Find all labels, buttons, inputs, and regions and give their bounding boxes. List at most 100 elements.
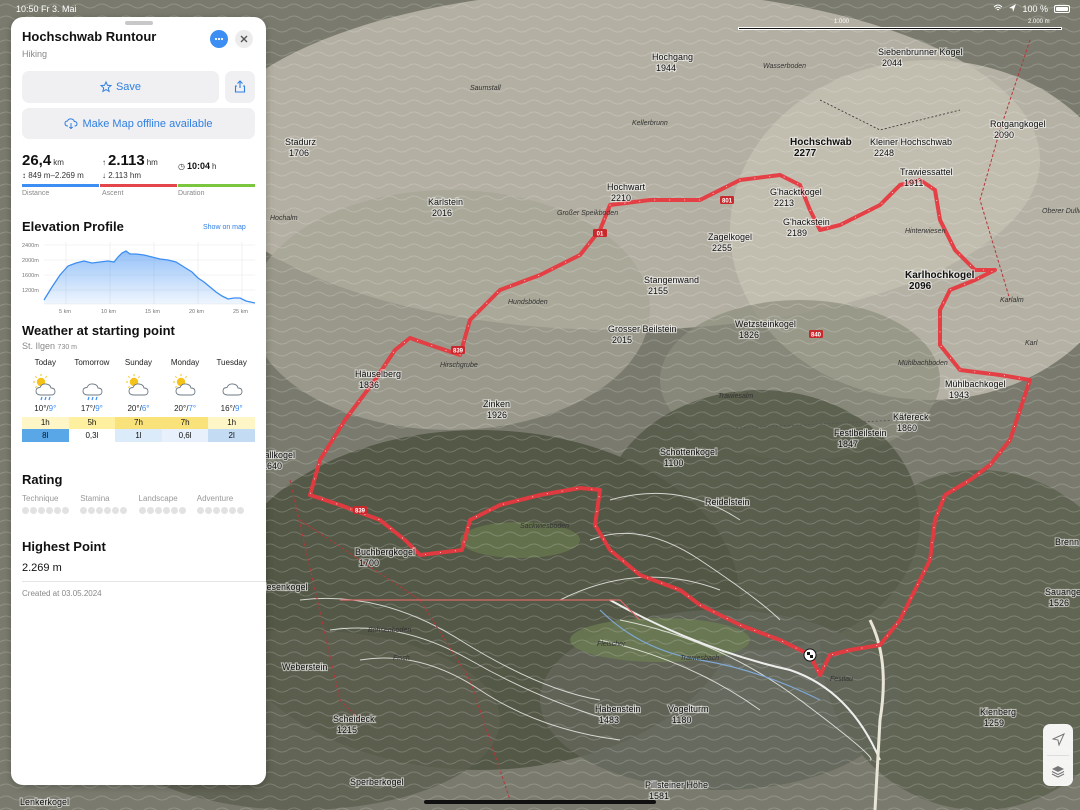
peak-label[interactable]: Karlhochkogel — [904, 269, 976, 282]
forecast-day: Today 10°/9° 1h 8l — [22, 358, 69, 442]
share-button[interactable] — [225, 71, 255, 103]
cloud-icon — [222, 383, 243, 396]
forecast-icon-wrap — [69, 370, 116, 404]
rating-dot — [170, 507, 178, 514]
stat-duration: ◷ 10:04 h Duration — [178, 161, 217, 197]
peak-label[interactable]: Weberstein — [281, 661, 329, 673]
trail-number-badge: 839 — [353, 506, 367, 515]
place-label: Fisch — [393, 655, 410, 662]
peak-label[interactable]: Hochwart — [606, 181, 647, 193]
peak-elevation: 2096 — [909, 281, 932, 292]
peak-label[interactable]: Karlstein — [427, 196, 464, 208]
show-on-map-link[interactable]: Show on map — [203, 224, 246, 231]
rating-dot — [178, 507, 186, 514]
forecast-sunshine: 1h — [208, 417, 255, 429]
rating-dot — [236, 507, 244, 514]
range-icon: ↕ — [22, 171, 26, 180]
peak-label[interactable]: Reidelstein — [704, 496, 751, 508]
place-label: Wasserboden — [763, 63, 806, 70]
peak-elevation: 1826 — [739, 330, 759, 340]
peak-label[interactable]: Rotgangkogel — [989, 118, 1047, 130]
peak-label[interactable]: Zinken — [482, 398, 511, 410]
peak-label[interactable]: Siebenbrunner Kogel — [877, 46, 964, 58]
peak-elevation: 2248 — [874, 148, 894, 158]
peak-elevation: 2044 — [882, 58, 902, 68]
rating-heading: Rating — [22, 472, 63, 487]
peak-label[interactable]: Festlbeilstein — [833, 427, 888, 439]
peak-label[interactable]: Sauangerl — [1044, 586, 1080, 598]
peak-label[interactable]: Zagelkogel — [707, 231, 753, 243]
place-label: Mühlbachboden — [898, 360, 948, 367]
trail-number-badge: 840 — [809, 330, 823, 339]
peak-label[interactable]: Schottenkogel — [659, 446, 718, 458]
peak-label[interactable]: Scheideck — [332, 713, 376, 725]
peak-elevation: 2189 — [787, 228, 807, 238]
highest-point-heading: Highest Point — [22, 539, 106, 554]
forecast-icon-wrap — [115, 370, 162, 404]
peak-elevation: 2210 — [611, 193, 631, 203]
close-button[interactable] — [235, 30, 253, 48]
route-type: Hiking — [22, 49, 48, 59]
scale-label-1: 1.000 — [834, 19, 850, 25]
peak-label[interactable]: Buchbergkogel — [354, 546, 416, 558]
forecast-day: Sunday 20°/6° 7h 1l — [115, 358, 162, 442]
peak-label[interactable]: Grosser Beilstein — [607, 323, 678, 335]
offline-map-button[interactable]: Make Map offline available — [22, 108, 255, 139]
peak-elevation: 1944 — [656, 63, 676, 73]
rating-dot — [46, 507, 53, 514]
peak-label[interactable]: Vogelturm — [667, 703, 710, 715]
layers-button[interactable] — [1043, 756, 1073, 787]
peak-label[interactable]: Brenn — [1054, 536, 1080, 548]
peak-label[interactable]: Sperberkogel — [349, 776, 405, 788]
peak-label[interactable]: Hochschwab — [789, 136, 853, 149]
locate-button[interactable] — [1043, 724, 1073, 755]
peak-label[interactable]: Stangenwand — [643, 274, 700, 286]
distance-caption: Distance — [22, 190, 50, 197]
more-button[interactable] — [210, 30, 228, 48]
peak-elevation: 1215 — [337, 725, 357, 735]
rating-dot — [146, 507, 154, 514]
elev-xtick-5: 5 km — [59, 309, 71, 315]
sheet-grabber[interactable] — [125, 21, 153, 25]
home-indicator — [424, 800, 656, 804]
peak-label[interactable]: Kienberg — [979, 706, 1017, 718]
forecast-sunshine: 5h — [68, 417, 116, 429]
peak-label[interactable]: Hochgang — [651, 51, 694, 63]
peak-label[interactable]: G'hackstein — [782, 216, 831, 228]
route-stats: 26,4 km ↕ 849 m–2.269 m Distance ↑ 2.113 hm… — [22, 152, 255, 202]
forecast-rain: 8l — [22, 429, 69, 442]
peak-label[interactable]: Trawiessattel — [899, 166, 954, 178]
peak-label[interactable]: Pillsteiner Höhe — [644, 779, 709, 791]
forecast-sunshine: 1h — [22, 417, 69, 429]
peak-elevation: 1836 — [359, 380, 379, 390]
place-label: Hinterwiesen — [905, 228, 946, 235]
peak-label[interactable]: Wetzsteinkogel — [734, 318, 797, 330]
elev-ytick-2000: 2000m — [22, 258, 39, 264]
peak-label[interactable]: Habenstein — [594, 703, 642, 715]
highest-point-value: 2.269 m — [22, 562, 62, 574]
peak-elevation: 1526 — [1049, 598, 1069, 608]
rating-item: Technique — [22, 494, 80, 514]
place-label: Hundsböden — [508, 299, 548, 306]
peak-label[interactable]: Lenkerkogel — [19, 796, 70, 808]
rating-dot — [88, 507, 96, 514]
location-icon — [1009, 4, 1017, 14]
rating-item: Landscape — [138, 494, 197, 514]
peak-label[interactable]: Mühlbachkogel — [944, 378, 1007, 390]
forecast-rain: 2l — [208, 429, 255, 442]
place-label: Sackwiesboden — [520, 523, 569, 530]
rating-dot — [54, 507, 61, 514]
peak-label[interactable]: Häuselberg — [354, 368, 402, 380]
forecast-temp: 17°/9° — [80, 404, 103, 413]
save-button[interactable]: Save — [22, 71, 219, 103]
peak-label[interactable]: Stadurz — [284, 136, 318, 148]
place-label: Hirschgrube — [440, 362, 478, 369]
peak-elevation: 1100 — [664, 458, 683, 468]
peak-label[interactable]: G'hacktkogel — [769, 186, 823, 198]
peak-label[interactable]: Kleiner Hochschwab — [869, 136, 953, 148]
forecast-temp: 10°/9° — [34, 404, 57, 413]
battery-icon — [1054, 5, 1070, 13]
peak-label[interactable]: Käfereck — [892, 411, 930, 423]
peak-elevation: 1483 — [599, 715, 619, 725]
peak-elevation: 1847 — [838, 439, 858, 449]
